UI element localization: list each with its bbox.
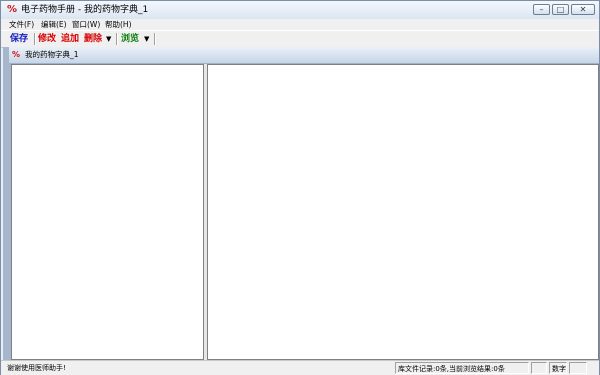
status-message: 谢谢使用医师助手! bbox=[7, 364, 66, 372]
main-window: % 电子药物手册 - 我的药物字典_1 – □ ✕ 文件(F) 编辑(E) 窗口… bbox=[0, 0, 600, 375]
modify-button[interactable]: 修改 bbox=[38, 33, 56, 45]
browse-button[interactable]: 浏览 bbox=[121, 33, 139, 45]
pill-app-icon[interactable]: % bbox=[6, 4, 18, 16]
browse-dropdown-icon[interactable]: ▼ bbox=[144, 33, 149, 45]
status-records: 库文件记录:0条,当前浏览结果:0条 bbox=[395, 362, 529, 374]
maximize-icon: □ bbox=[556, 5, 565, 14]
minimize-icon: – bbox=[539, 5, 544, 14]
close-icon: ✕ bbox=[579, 5, 587, 14]
pill-doc-icon[interactable]: % bbox=[12, 49, 20, 61]
menu-help[interactable]: 帮助(H) bbox=[105, 19, 132, 30]
delete-dropdown-icon[interactable]: ▼ bbox=[106, 33, 111, 45]
status-empty-panel bbox=[569, 362, 587, 374]
toolbar-separator bbox=[34, 33, 36, 45]
drug-detail-pane[interactable] bbox=[207, 64, 599, 360]
menu-edit[interactable]: 编辑(E) bbox=[41, 19, 67, 30]
maximize-button[interactable]: □ bbox=[552, 4, 569, 15]
add-button[interactable]: 追加 bbox=[61, 33, 79, 45]
document-title-bar[interactable]: % 我的药物字典_1 bbox=[9, 47, 599, 64]
title-bar[interactable]: % 电子药物手册 - 我的药物字典_1 – □ ✕ bbox=[1, 1, 599, 19]
toolbar: 保存 修改 追加 删除 ▼ 浏览 ▼ bbox=[1, 30, 599, 48]
drug-list-pane[interactable] bbox=[11, 64, 204, 360]
mdi-client-area: % 我的药物字典_1 bbox=[3, 47, 599, 360]
minimize-button[interactable]: – bbox=[533, 4, 550, 15]
status-num-lock: 数字 bbox=[549, 362, 567, 374]
toolbar-separator bbox=[116, 33, 118, 45]
toolbar-separator bbox=[154, 33, 156, 45]
menu-window[interactable]: 窗口(W) bbox=[72, 19, 100, 30]
menu-file[interactable]: 文件(F) bbox=[9, 19, 34, 30]
status-bar: 谢谢使用医师助手! 库文件记录:0条,当前浏览结果:0条 数字 bbox=[1, 360, 599, 375]
save-button[interactable]: 保存 bbox=[10, 33, 28, 45]
caption-buttons: – □ ✕ bbox=[533, 4, 595, 15]
menu-bar: 文件(F) 编辑(E) 窗口(W) 帮助(H) bbox=[1, 19, 599, 30]
document-title: 我的药物字典_1 bbox=[25, 50, 79, 59]
status-empty-panel bbox=[531, 362, 547, 374]
window-title: 电子药物手册 - 我的药物字典_1 bbox=[21, 5, 149, 15]
delete-button[interactable]: 删除 bbox=[84, 33, 102, 45]
close-button[interactable]: ✕ bbox=[571, 4, 595, 15]
